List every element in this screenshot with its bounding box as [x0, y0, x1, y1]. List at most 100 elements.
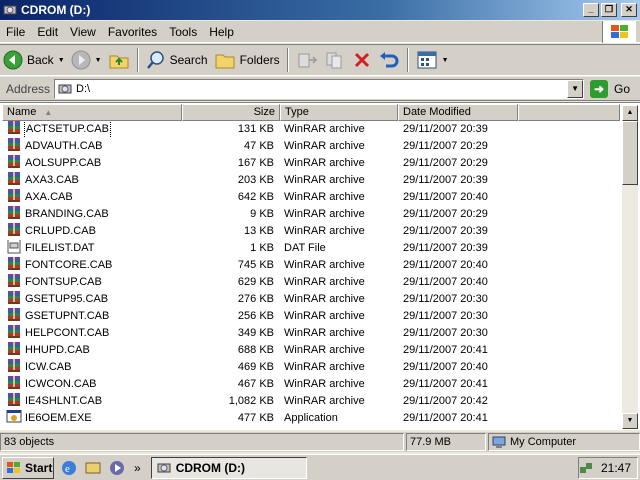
file-row[interactable]: AXA3.CAB 203 KB WinRAR archive 29/11/2007 2… [2, 172, 620, 189]
media-player-icon[interactable] [108, 459, 126, 477]
file-row[interactable]: FONTSUP.CAB 629 KB WinRAR archive 29/11/200… [2, 274, 620, 291]
column-date-modified[interactable]: Date Modified [398, 104, 518, 121]
quick-launch-overflow-icon[interactable]: » [134, 461, 141, 475]
status-location-label: My Computer [510, 436, 577, 448]
folders-label: Folders [239, 53, 280, 67]
internet-explorer-icon[interactable]: e [60, 459, 78, 477]
status-object-count: 83 objects [0, 433, 404, 451]
column-size[interactable]: Size [182, 104, 280, 121]
column-type[interactable]: Type [280, 104, 398, 121]
winrar-archive-icon [2, 342, 25, 359]
quick-launch: e [60, 459, 132, 477]
search-label: Search [169, 53, 208, 67]
start-button[interactable]: Start [2, 456, 54, 479]
file-name-cell: GSETUPNT.CAB [2, 308, 182, 325]
file-name-cell: ICW.CAB [2, 359, 182, 376]
vertical-scrollbar[interactable]: ▲ ▼ [622, 105, 638, 429]
chevron-down-icon[interactable]: ▼ [442, 57, 449, 64]
back-label: Back [27, 53, 54, 67]
address-dropdown-button[interactable]: ▼ [567, 79, 584, 98]
file-name: CRLUPD.CAB [25, 225, 96, 237]
winrar-archive-icon [2, 393, 25, 410]
winrar-archive-icon [2, 155, 25, 172]
winrar-archive-icon [2, 376, 25, 393]
file-name-cell: AXA3.CAB [2, 172, 182, 189]
search-icon [146, 51, 164, 69]
winrar-archive-icon [2, 359, 25, 376]
chevron-down-icon[interactable]: ▼ [58, 57, 65, 64]
column-spacer [518, 104, 620, 121]
file-row[interactable]: ACTSETUP.CAB 131 KB WinRAR archive 29/11/20… [2, 121, 620, 138]
clock[interactable]: 21:47 [601, 461, 631, 475]
file-name: GSETUP95.CAB [25, 293, 109, 305]
menu-help[interactable]: Help [203, 25, 240, 39]
move-to-button[interactable] [293, 46, 321, 74]
delete-button[interactable] [349, 46, 375, 74]
toolbar-separator [406, 48, 409, 72]
go-button[interactable]: ➜ Go [590, 79, 630, 98]
menu-favorites[interactable]: Favorites [102, 25, 163, 39]
scroll-down-button[interactable]: ▼ [622, 413, 638, 429]
file-row[interactable]: ICWCON.CAB 467 KB WinRAR archive 29/11/2007… [2, 376, 620, 393]
status-location: My Computer [488, 433, 640, 451]
copy-to-button[interactable] [321, 46, 349, 74]
file-row[interactable]: GSETUP95.CAB 276 KB WinRAR archive 29/11/20… [2, 291, 620, 308]
search-button[interactable]: Search [143, 46, 211, 74]
menu-file[interactable]: File [0, 25, 31, 39]
scroll-thumb[interactable] [622, 121, 638, 185]
file-row[interactable]: HHUPD.CAB 688 KB WinRAR archive 29/11/2007 … [2, 342, 620, 359]
file-row[interactable]: AOLSUPP.CAB 167 KB WinRAR archive 29/11/200… [2, 155, 620, 172]
file-name-cell: IE4SHLNT.CAB [2, 393, 182, 410]
file-size: 1 KB [250, 242, 274, 254]
views-button[interactable]: ▼ [413, 46, 452, 74]
menu-edit[interactable]: Edit [31, 25, 64, 39]
title-bar[interactable]: CDROM (D:) _ ❐ ✕ [0, 0, 640, 20]
undo-button[interactable] [375, 46, 403, 74]
show-desktop-icon[interactable] [84, 459, 102, 477]
back-button[interactable]: Back ▼ [0, 46, 68, 74]
address-input[interactable]: D:\ ▼ [54, 78, 585, 99]
file-date-modified: 29/11/2007 20:39 [403, 225, 488, 237]
address-label: Address [6, 81, 51, 96]
file-type: WinRAR archive [284, 259, 365, 271]
menu-bar: File Edit View Favorites Tools Help [0, 21, 640, 43]
file-row[interactable]: BRANDING.CAB 9 KB WinRAR archive 29/11/2007… [2, 206, 620, 223]
taskbar-window-button[interactable]: CDROM (D:) [150, 456, 307, 479]
file-row[interactable]: FILELIST.DAT 1 KB DAT File 29/11/2007 20:39 [2, 240, 620, 257]
file-row[interactable]: GSETUPNT.CAB 256 KB WinRAR archive 29/11/20… [2, 308, 620, 325]
file-name-cell: CRLUPD.CAB [2, 223, 182, 240]
network-icon[interactable] [579, 461, 593, 475]
winrar-archive-icon [2, 172, 25, 189]
menu-tools[interactable]: Tools [163, 25, 203, 39]
file-row[interactable]: FONTCORE.CAB 745 KB WinRAR archive 29/11/20… [2, 257, 620, 274]
status-size: 77.9 MB [406, 433, 486, 451]
file-row[interactable]: ADVAUTH.CAB 47 KB WinRAR archive 29/11/2007… [2, 138, 620, 155]
file-row[interactable]: IE4SHLNT.CAB 1,082 KB WinRAR archive 29/11/… [2, 393, 620, 410]
file-name-cell: FONTSUP.CAB [2, 274, 182, 291]
address-value: D:\ [76, 82, 91, 95]
restore-button[interactable]: ❐ [601, 3, 617, 17]
forward-arrow-icon [71, 50, 91, 70]
file-list[interactable]: Name ▲ Size Type Date Modified ACTSETUP.C… [0, 102, 640, 430]
file-row[interactable]: ICW.CAB 469 KB WinRAR archive 29/11/2007 20… [2, 359, 620, 376]
column-name[interactable]: Name ▲ [2, 104, 182, 121]
chevron-down-icon[interactable]: ▼ [95, 57, 102, 64]
menu-view[interactable]: View [64, 25, 102, 39]
sort-ascending-icon: ▲ [44, 108, 53, 117]
start-label: Start [25, 460, 53, 475]
application-icon [2, 410, 25, 427]
file-row[interactable]: HELPCONT.CAB 349 KB WinRAR archive 29/11/20… [2, 325, 620, 342]
file-row[interactable]: AXA.CAB 642 KB WinRAR archive 29/11/2007 20… [2, 189, 620, 206]
close-button[interactable]: ✕ [621, 3, 637, 17]
up-folder-button[interactable] [105, 46, 133, 74]
file-size: 276 KB [237, 293, 274, 305]
file-row[interactable]: CRLUPD.CAB 13 KB WinRAR archive 29/11/2007 … [2, 223, 620, 240]
file-row[interactable]: IE6OEM.EXE 477 KB Application 29/11/2007 20… [2, 410, 620, 427]
scroll-up-button[interactable]: ▲ [622, 105, 638, 121]
file-type: WinRAR archive [284, 191, 365, 203]
minimize-button[interactable]: _ [583, 3, 599, 17]
forward-button[interactable]: ▼ [68, 46, 105, 74]
file-type: DAT File [284, 242, 326, 254]
file-name-cell: FONTCORE.CAB [2, 257, 182, 274]
folders-button[interactable]: Folders [211, 46, 283, 74]
